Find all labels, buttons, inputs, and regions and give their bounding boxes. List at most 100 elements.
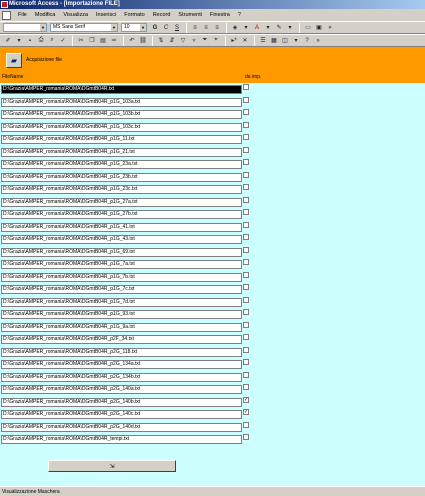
menu-file[interactable]: File [14, 9, 31, 21]
daimp-checkbox[interactable]: ✓ [243, 396, 249, 403]
save-icon[interactable]: ▪ [25, 36, 35, 46]
menu-finestra[interactable]: Finestra [206, 9, 234, 21]
apply-filter-icon[interactable]: ⏷ [200, 36, 210, 46]
daimp-checkbox[interactable] [243, 121, 249, 128]
menu-strumenti[interactable]: Strumenti [174, 9, 206, 21]
new-record-icon[interactable]: ▸* [229, 36, 239, 46]
copy-icon[interactable]: ❐ [87, 36, 97, 46]
fill-color-dropdown[interactable]: ▾ [241, 23, 251, 33]
filename-field[interactable]: D:\Grazia\AMPER_romania\ROMA\DGmtB04R_p2… [1, 397, 242, 407]
new-object-icon[interactable]: ◫ [280, 36, 290, 46]
daimp-checkbox[interactable] [243, 309, 249, 315]
font-color-icon[interactable]: A [252, 23, 262, 33]
menu-help[interactable]: ? [234, 9, 245, 21]
view-dropdown[interactable]: ▾ [14, 36, 24, 46]
filename-field[interactable]: D:\Grazia\AMPER_romania\ROMA\DGmtB04R_p1… [1, 272, 242, 282]
delete-record-icon[interactable]: ✕ [240, 36, 250, 46]
print-icon[interactable]: ⎙ [36, 36, 46, 46]
italic-button[interactable]: C [161, 23, 171, 33]
filename-field[interactable]: D:\Grazia\AMPER_romania\ROMA\DGmtB04R_p1… [1, 135, 242, 144]
daimp-checkbox[interactable] [243, 359, 249, 365]
daimp-checkbox[interactable] [243, 259, 249, 265]
find-icon[interactable]: ⌖ [211, 36, 221, 46]
font-name-select[interactable]: MS Sans Serif ▼ [50, 23, 118, 32]
filename-field[interactable]: D:\Grazia\AMPER_romania\ROMA\DGmtB04R_p2… [1, 385, 242, 394]
acquire-files-button[interactable]: ▰ [6, 53, 22, 68]
filename-field[interactable]: D:\Grazia\AMPER_romania\ROMA\DGmtB04R_p2… [1, 347, 242, 357]
filename-field[interactable]: D:\Grazia\AMPER_romania\ROMA\DGmtB04R_p2… [1, 410, 242, 419]
daimp-checkbox[interactable] [243, 434, 249, 440]
filename-field[interactable]: D:\Grazia\AMPER_romania\ROMA\DGmtB04R_p2… [1, 422, 242, 432]
daimp-checkbox[interactable] [243, 159, 249, 165]
filename-field[interactable]: D:\Grazia\AMPER_romania\ROMA\DGmtB04R_p1… [1, 147, 242, 157]
border-icon[interactable]: ▭ [303, 23, 313, 33]
menu-visualizza[interactable]: Visualizza [59, 9, 92, 21]
filename-field[interactable]: D:\Grazia\AMPER_romania\ROMA\DGmtB04R_p1… [1, 222, 242, 232]
daimp-checkbox[interactable] [243, 96, 249, 103]
daimp-checkbox[interactable] [243, 371, 249, 378]
sort-ascending-icon[interactable]: ⇅ [156, 36, 166, 46]
daimp-checkbox[interactable] [243, 321, 249, 328]
filter-by-form-icon[interactable]: ▿ [189, 36, 199, 46]
line-color-icon[interactable]: ✎ [274, 23, 284, 33]
filename-field[interactable]: D:\Grazia\AMPER_romania\ROMA\DGmtB04R_p1… [1, 160, 242, 169]
office-assistant-icon[interactable]: ? [302, 36, 312, 46]
properties-icon[interactable]: ☰ [258, 36, 268, 46]
daimp-checkbox[interactable] [243, 171, 249, 178]
filename-field[interactable]: D:\Grazia\AMPER_romania\ROMA\DGmtB04R_p1… [1, 322, 242, 332]
font-size-select[interactable]: 10 ▼ [121, 23, 147, 32]
daimp-checkbox[interactable] [243, 221, 249, 228]
filename-field[interactable]: D:\Grazia\AMPER_romania\ROMA\DGmtB04R_te… [1, 435, 242, 444]
menu-inserisci[interactable]: Inserisci [92, 9, 120, 21]
document-icon[interactable] [2, 10, 11, 20]
filename-field[interactable]: D:\Grazia\AMPER_romania\ROMA\DGmtB04R_p2… [1, 335, 242, 344]
menu-record[interactable]: Record [149, 9, 175, 21]
line-color-dropdown[interactable]: ▾ [285, 23, 295, 33]
daimp-checkbox[interactable] [243, 296, 249, 303]
bold-button[interactable]: G [150, 23, 160, 33]
toolbar-options-icon[interactable]: » [313, 36, 323, 46]
daimp-checkbox[interactable] [243, 246, 249, 253]
daimp-checkbox[interactable] [243, 346, 249, 353]
filename-field[interactable]: D:\Grazia\AMPER_romania\ROMA\DGmtB04R_p1… [1, 122, 242, 132]
filename-field[interactable]: D:\Grazia\AMPER_romania\ROMA\DGmtB04R_p1… [1, 110, 242, 119]
daimp-checkbox[interactable] [243, 134, 249, 140]
daimp-checkbox[interactable] [243, 334, 249, 340]
spelling-icon[interactable]: ✓ [58, 36, 68, 46]
filename-field[interactable]: D:\Grazia\AMPER_romania\ROMA\DGmtB04R_p1… [1, 210, 242, 219]
format-painter-icon[interactable]: ✑ [109, 36, 119, 46]
hyperlink-icon[interactable]: ⛓ [138, 36, 148, 46]
daimp-checkbox[interactable] [243, 284, 249, 290]
daimp-checkbox[interactable] [243, 146, 249, 153]
filename-field[interactable]: D:\Grazia\AMPER_romania\ROMA\DGmtB04R_p1… [1, 185, 242, 194]
filename-field[interactable]: D:\Grazia\AMPER_romania\ROMA\DGmtB04R_p1… [1, 260, 242, 269]
filename-field[interactable]: D:\Grazia\AMPER_romania\ROMA\DGmtB04R_p1… [1, 285, 242, 294]
filename-field[interactable]: D:\Grazia\AMPER_romania\ROMA\DGmtB04R_p1… [1, 297, 242, 307]
filename-field[interactable]: D:\Grazia\AMPER_romania\ROMA\DGmtB04R_p1… [1, 310, 242, 319]
font-color-dropdown[interactable]: ▾ [263, 23, 273, 33]
daimp-checkbox[interactable]: ✓ [243, 409, 249, 415]
cut-icon[interactable]: ✂ [76, 36, 86, 46]
filename-field[interactable]: D:\Grazia\AMPER_romania\ROMA\DGmtB04R_p1… [1, 97, 242, 107]
paste-icon[interactable]: ▤ [98, 36, 108, 46]
undo-icon[interactable]: ↶ [127, 36, 137, 46]
daimp-checkbox[interactable] [243, 109, 249, 115]
daimp-checkbox[interactable] [243, 209, 249, 215]
object-selector[interactable]: ▼ [3, 23, 47, 32]
daimp-checkbox[interactable] [243, 421, 249, 428]
fill-color-icon[interactable]: ◈ [230, 23, 240, 33]
filename-field[interactable]: D:\Grazia\AMPER_romania\ROMA\DGmtB04R_p1… [1, 197, 242, 207]
filter-by-selection-icon[interactable]: ▽ [178, 36, 188, 46]
special-effect-icon[interactable]: ▣ [314, 23, 324, 33]
daimp-checkbox[interactable] [243, 384, 249, 390]
view-icon[interactable]: ✐ [3, 36, 13, 46]
filename-field[interactable]: D:\Grazia\AMPER_romania\ROMA\DGmtB04R_p1… [1, 235, 242, 244]
filename-field[interactable]: D:\Grazia\AMPER_romania\ROMA\DGmtB04R_p2… [1, 360, 242, 369]
filename-field[interactable]: D:\Grazia\AMPER_romania\ROMA\DGmtB04R_p1… [1, 172, 242, 182]
daimp-checkbox[interactable] [243, 184, 249, 190]
filename-field[interactable]: D:\Grazia\AMPER_romania\ROMA\DGmtB04R_p2… [1, 372, 242, 382]
toolbar-options-icon[interactable]: » [325, 23, 335, 33]
menu-formato[interactable]: Formato [120, 9, 148, 21]
daimp-checkbox[interactable] [243, 196, 249, 203]
daimp-checkbox[interactable] [243, 234, 249, 240]
